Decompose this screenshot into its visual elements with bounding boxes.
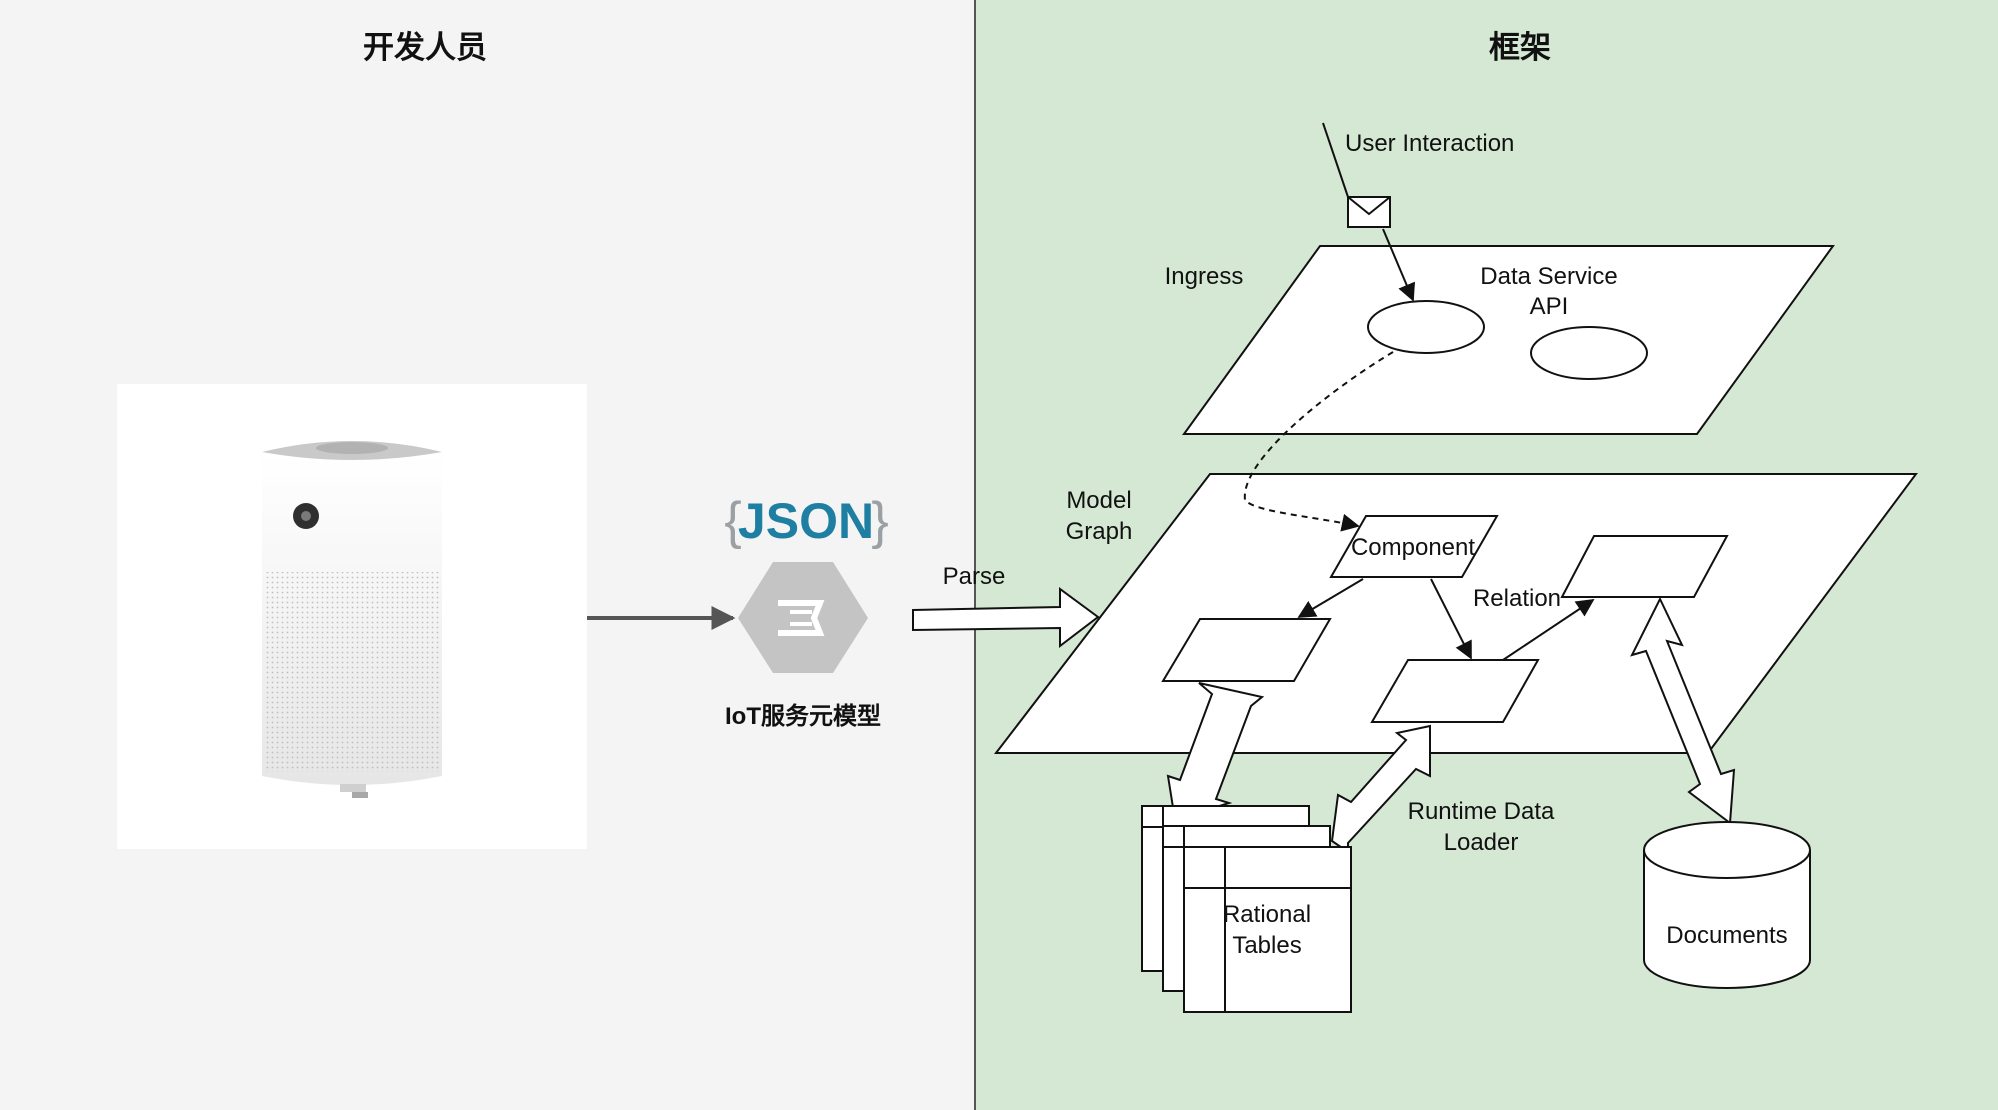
- rational-tables-label-line1: Rational: [1223, 901, 1311, 928]
- api-endpoint-2: [1530, 326, 1648, 380]
- data-service-label-line2: API: [1530, 293, 1569, 320]
- runtime-loader-label-line2: Loader: [1444, 829, 1519, 856]
- framework-panel-title: 框架: [1489, 30, 1551, 65]
- json-close-brace: }: [871, 492, 888, 550]
- developer-panel-title: 开发人员: [363, 30, 487, 65]
- api-endpoint-1: [1367, 300, 1485, 354]
- model-label: IoT服务元模型: [725, 702, 881, 730]
- model-graph-label-line2: Graph: [1066, 518, 1133, 545]
- relation-label: Relation: [1473, 585, 1561, 612]
- rational-tables-label-line2: Tables: [1232, 932, 1301, 959]
- air-purifier-image: [117, 384, 587, 849]
- architecture-diagram: 开发人员 框架 { JSON } IoT服务元模型 Parse User Int…: [0, 0, 1998, 1110]
- data-service-label-line1: Data Service: [1480, 263, 1617, 290]
- json-logo: { JSON }: [724, 492, 888, 550]
- model-graph-label-line1: Model: [1066, 487, 1131, 514]
- parse-label: Parse: [943, 563, 1006, 590]
- component-label: Component: [1351, 534, 1475, 561]
- database-cylinder-icon: [1643, 821, 1811, 989]
- user-interaction-label: User Interaction: [1345, 130, 1514, 157]
- documents-label: Documents: [1666, 922, 1787, 949]
- ingress-label: Ingress: [1165, 263, 1244, 290]
- runtime-loader-label-line1: Runtime Data: [1408, 798, 1555, 825]
- envelope-icon: [1347, 196, 1391, 228]
- json-word: JSON: [738, 493, 874, 549]
